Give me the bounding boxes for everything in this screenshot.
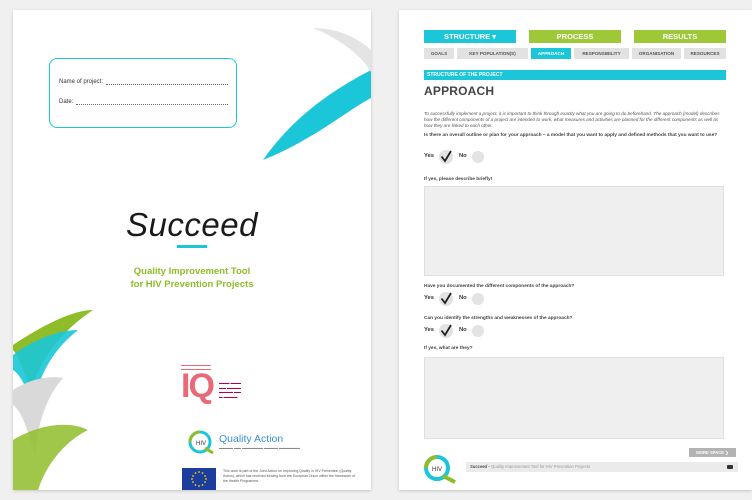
- quality-action-logo-icon: HIV: [188, 430, 214, 454]
- print-icon[interactable]: [727, 465, 733, 469]
- q1-no-radio-icon[interactable]: [472, 151, 484, 163]
- footer-text: Succeed • Quality Improvement Tool for H…: [470, 464, 590, 469]
- q3-yes-check-icon[interactable]: [439, 324, 453, 338]
- project-name-field[interactable]: Name of project:: [59, 79, 228, 85]
- footer-tagline: • Quality Improvement Tool for HIV Preve…: [488, 464, 591, 469]
- nav-results[interactable]: RESULTS: [634, 30, 726, 43]
- q2-yes-label: Yes: [424, 295, 434, 301]
- svg-text:HIV: HIV: [196, 441, 206, 447]
- more-space-button[interactable]: MORE SPACE ❯: [689, 448, 736, 457]
- question-1: Is there an overall outline or plan for …: [424, 133, 718, 138]
- section-bar: STRUCTURE OF THE PROJECT: [424, 70, 726, 80]
- page-title: APPROACH: [424, 84, 495, 98]
- project-info-box: Name of project: Date:: [49, 58, 237, 128]
- date-label: Date:: [59, 99, 74, 105]
- q1-no-label: No: [459, 153, 467, 159]
- tab-goals[interactable]: GOALS: [424, 48, 454, 59]
- q3-no-label: No: [459, 327, 467, 333]
- nav-process[interactable]: PROCESS: [529, 30, 621, 43]
- worksheet-page: STRUCTURE ▾ PROCESS RESULTS GOALS KEY PO…: [399, 10, 752, 490]
- question-3: Can you identify the strengths and weakn…: [424, 316, 573, 321]
- q1-yes-check-icon[interactable]: [439, 150, 453, 164]
- q1-answer-box[interactable]: [424, 186, 724, 276]
- tab-organisation[interactable]: ORGANISATION: [632, 48, 681, 59]
- q3-answer-box[interactable]: [424, 357, 724, 439]
- title-divider: [177, 245, 207, 248]
- q1-yes-label: Yes: [424, 153, 434, 159]
- eu-flag-icon: [182, 468, 216, 490]
- cover-page: Name of project: Date: Succeed Quality I…: [13, 10, 371, 490]
- nav-structure[interactable]: STRUCTURE ▾: [424, 30, 516, 43]
- intro-text: To successfully implement a project, it …: [424, 111, 720, 129]
- q1-prompt: If yes, please describe briefly!: [424, 177, 493, 182]
- project-name-label: Name of project:: [59, 79, 104, 85]
- eu-funding-text: This work is part of the Joint Action on…: [223, 469, 356, 484]
- iq-logo-caption: ▬▬▬ ▬▬▬ ▬▬ ▬▬▬▬ ▬▬▬▬ ▬▬ ▬ ▬▬▬▬: [219, 381, 241, 399]
- footer-bar: Succeed • Quality Improvement Tool for H…: [466, 462, 738, 472]
- cover-title: Succeed: [126, 206, 258, 243]
- tab-approach[interactable]: APPROACH: [531, 48, 571, 59]
- q3-yes-label: Yes: [424, 327, 434, 333]
- q3-no-radio-icon[interactable]: [472, 325, 484, 337]
- footer-brand: Succeed: [470, 464, 488, 469]
- quality-action-logo-tagline: ▬▬▬▬ ▬▬ ▬▬▬▬▬▬ ▬▬▬▬ ▬▬▬▬▬▬: [219, 446, 300, 450]
- cover-subtitle-line1: Quality Improvement Tool: [133, 266, 251, 277]
- q3-prompt: If yes, what are they?: [424, 346, 473, 351]
- svg-text:HIV: HIV: [432, 467, 442, 473]
- tab-responsibility[interactable]: RESPONSIBILITY: [574, 48, 629, 59]
- q2-no-label: No: [459, 295, 467, 301]
- tab-resources[interactable]: RESOURCES: [684, 48, 726, 59]
- q2-no-radio-icon[interactable]: [472, 293, 484, 305]
- tab-key-populations[interactable]: KEY POPULATION(S): [457, 48, 528, 59]
- question-2: Have you documented the different compon…: [424, 284, 575, 289]
- date-line[interactable]: [76, 99, 228, 105]
- date-field[interactable]: Date:: [59, 99, 228, 105]
- q2-yes-check-icon[interactable]: [439, 292, 453, 306]
- iq-logo: IQ ▬▬▬ ▬▬▬ ▬▬ ▬▬▬▬ ▬▬▬▬ ▬▬ ▬ ▬▬▬▬: [181, 365, 247, 417]
- quality-action-logo: HIV Quality Action ▬▬▬▬ ▬▬ ▬▬▬▬▬▬ ▬▬▬▬ ▬…: [181, 428, 311, 458]
- iq-logo-letters: IQ: [181, 367, 215, 405]
- project-name-line[interactable]: [106, 79, 228, 85]
- quality-action-logo-text: Quality Action: [219, 433, 284, 445]
- quality-action-footer-logo-icon: HIV: [424, 455, 456, 484]
- cover-subtitle-line2: for HIV Prevention Projects: [130, 279, 254, 290]
